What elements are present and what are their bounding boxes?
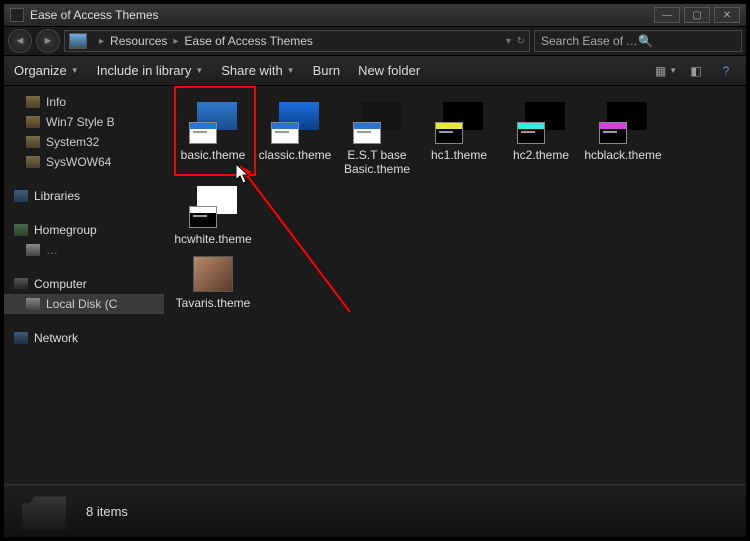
window-title: Ease of Access Themes bbox=[30, 8, 650, 22]
sidebar-item-localdisk[interactable]: Local Disk (C bbox=[4, 294, 164, 314]
folder-icon bbox=[26, 116, 40, 128]
file-item[interactable]: hcwhite.theme bbox=[174, 182, 252, 246]
sidebar-group-libraries[interactable]: Libraries bbox=[4, 186, 164, 206]
file-item[interactable]: classic.theme bbox=[256, 98, 334, 176]
breadcrumb-item[interactable]: Ease of Access Themes bbox=[184, 34, 313, 48]
burn-button[interactable]: Burn bbox=[313, 63, 340, 78]
file-label: hc1.theme bbox=[431, 148, 487, 162]
close-button[interactable]: ✕ bbox=[714, 7, 740, 23]
help-button[interactable]: ? bbox=[716, 63, 736, 79]
chevron-icon: ▸ bbox=[99, 36, 104, 47]
file-label: hcblack.theme bbox=[584, 148, 661, 162]
folder-icon bbox=[26, 96, 40, 108]
sidebar-item[interactable]: SysWOW64 bbox=[4, 152, 164, 172]
file-thumbnail bbox=[599, 102, 647, 144]
preview-pane-button[interactable]: ◧ bbox=[686, 63, 706, 79]
folder-large-icon bbox=[22, 492, 66, 530]
sidebar-item[interactable]: System32 bbox=[4, 132, 164, 152]
status-text: 8 items bbox=[86, 504, 128, 519]
device-icon bbox=[26, 244, 40, 256]
forward-button[interactable]: ► bbox=[36, 29, 60, 53]
file-label: hc2.theme bbox=[513, 148, 569, 162]
navbar: ◄ ► ▸ Resources ▸ Ease of Access Themes … bbox=[4, 26, 746, 56]
share-button[interactable]: Share with▼ bbox=[221, 63, 294, 78]
newfolder-button[interactable]: New folder bbox=[358, 63, 420, 78]
file-item[interactable]: hcblack.theme bbox=[584, 98, 662, 176]
computer-icon bbox=[14, 278, 28, 290]
breadcrumb-item[interactable]: Resources bbox=[110, 34, 167, 48]
toolbar: Organize▼ Include in library▼ Share with… bbox=[4, 56, 746, 86]
titlebar: Ease of Access Themes — ▢ ✕ bbox=[4, 4, 746, 26]
file-thumbnail bbox=[193, 256, 233, 292]
file-label: E.S.T base Basic.theme bbox=[338, 148, 416, 176]
file-item[interactable]: hc2.theme bbox=[502, 98, 580, 176]
sidebar-group-homegroup[interactable]: Homegroup bbox=[4, 220, 164, 240]
sidebar-group-computer[interactable]: Computer bbox=[4, 274, 164, 294]
file-thumbnail bbox=[517, 102, 565, 144]
sidebar-item[interactable]: Info bbox=[4, 92, 164, 112]
file-item[interactable]: E.S.T base Basic.theme bbox=[338, 98, 416, 176]
homegroup-icon bbox=[14, 224, 28, 236]
location-icon bbox=[69, 33, 87, 49]
folder-icon bbox=[26, 136, 40, 148]
app-icon bbox=[10, 8, 24, 22]
back-button[interactable]: ◄ bbox=[8, 29, 32, 53]
status-bar: 8 items bbox=[4, 484, 746, 537]
sidebar-group-network[interactable]: Network bbox=[4, 328, 164, 348]
file-label: basic.theme bbox=[181, 148, 246, 162]
network-icon bbox=[14, 332, 28, 344]
minimize-button[interactable]: — bbox=[654, 7, 680, 23]
sidebar: Info Win7 Style B System32 SysWOW64 Libr… bbox=[4, 86, 164, 484]
file-thumbnail bbox=[189, 186, 237, 228]
address-dropdown[interactable]: ▾ ↻ bbox=[500, 36, 525, 47]
search-input[interactable]: Search Ease of Access T… 🔍 bbox=[534, 30, 742, 52]
file-label: classic.theme bbox=[259, 148, 332, 162]
libraries-icon bbox=[14, 190, 28, 202]
drive-icon bbox=[26, 298, 40, 310]
file-pane[interactable]: basic.theme classic.theme E.S.T base Basic… bbox=[164, 86, 746, 484]
maximize-button[interactable]: ▢ bbox=[684, 7, 710, 23]
file-item[interactable]: Tavaris.theme bbox=[174, 252, 252, 310]
file-item[interactable]: hc1.theme bbox=[420, 98, 498, 176]
file-thumbnail bbox=[435, 102, 483, 144]
include-button[interactable]: Include in library▼ bbox=[97, 63, 204, 78]
file-thumbnail bbox=[189, 102, 237, 144]
sidebar-item[interactable]: … bbox=[4, 240, 164, 260]
organize-button[interactable]: Organize▼ bbox=[14, 63, 79, 78]
search-icon: 🔍 bbox=[638, 34, 735, 48]
chevron-icon: ▸ bbox=[173, 36, 178, 47]
search-placeholder: Search Ease of Access T… bbox=[541, 34, 638, 48]
view-options-button[interactable]: ▦▼ bbox=[656, 63, 676, 79]
file-thumbnail bbox=[353, 102, 401, 144]
sidebar-item[interactable]: Win7 Style B bbox=[4, 112, 164, 132]
folder-icon bbox=[26, 156, 40, 168]
address-bar[interactable]: ▸ Resources ▸ Ease of Access Themes ▾ ↻ bbox=[64, 30, 530, 52]
file-thumbnail bbox=[271, 102, 319, 144]
file-label: Tavaris.theme bbox=[176, 296, 251, 310]
file-label: hcwhite.theme bbox=[174, 232, 251, 246]
